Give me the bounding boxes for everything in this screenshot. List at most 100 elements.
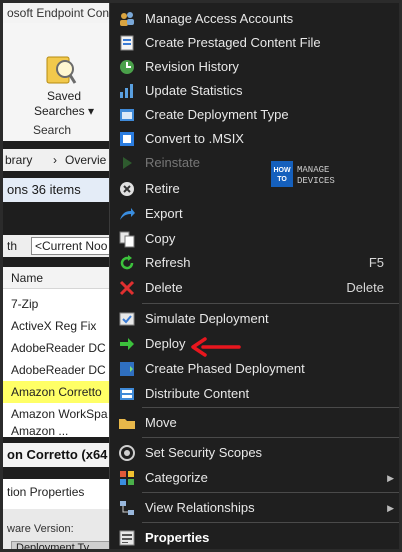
list-item[interactable]: 7-Zip (3, 293, 113, 315)
menu-item-deploy[interactable]: Deploy (110, 332, 399, 356)
menu-label: View Relationships (145, 500, 255, 515)
menu-item-copy[interactable]: Copy (110, 227, 399, 251)
menu-item-manage-access-accounts[interactable]: Manage Access Accounts (110, 7, 399, 31)
list-item-selected[interactable]: Amazon Corretto (3, 381, 113, 403)
menu-shortcut: Delete (346, 280, 384, 295)
details-pane: ware Version: Deployment Ty (3, 509, 113, 549)
breadcrumb-item[interactable]: Overvie (65, 149, 106, 171)
menu-item-distribute-content[interactable]: Distribute Content (110, 382, 399, 406)
window-title: osoft Endpoint Con (3, 3, 113, 23)
menu-separator (142, 437, 399, 438)
list-item[interactable]: AdobeReader DC (3, 359, 113, 381)
folder-move-icon (118, 414, 136, 432)
statistics-icon (118, 82, 136, 100)
menu-label: Properties (145, 530, 210, 545)
menu-separator (142, 407, 399, 408)
menu-label: Export (145, 206, 183, 221)
logo-text-devices: DEVICES (297, 176, 335, 186)
menu-item-create-phased-deployment[interactable]: Create Phased Deployment (110, 357, 399, 381)
software-version-label: ware Version: (7, 523, 74, 535)
annotation-arrow-icon (189, 336, 241, 358)
refresh-icon (118, 254, 136, 272)
menu-item-delete[interactable]: Delete Delete (110, 276, 399, 300)
menu-separator (142, 522, 399, 523)
menu-label: Distribute Content (145, 386, 250, 401)
menu-label: Delete (145, 280, 183, 295)
saved-searches-icon[interactable] (45, 53, 77, 87)
phased-deployment-icon (118, 360, 136, 378)
logo-text-to: TO (277, 176, 287, 183)
submenu-arrow-icon: ▶ (387, 473, 394, 483)
list-item[interactable]: ActiveX Reg Fix (3, 315, 113, 337)
menu-item-categorize[interactable]: Categorize ▶ (110, 466, 399, 490)
search-bar: th <Current Noo (3, 235, 113, 257)
relationships-icon (118, 499, 136, 517)
prestaged-file-icon (118, 34, 136, 52)
play-icon (118, 154, 136, 172)
menu-label: Copy (145, 231, 176, 246)
list-item[interactable]: Amazon ... (3, 425, 113, 437)
menu-item-properties[interactable]: Properties (110, 526, 399, 549)
menu-label: Convert to .MSIX (145, 131, 244, 146)
menu-item-simulate-deployment[interactable]: Simulate Deployment (110, 307, 399, 331)
distribute-content-icon (118, 385, 136, 403)
breadcrumb: brary › Overvie (3, 149, 113, 171)
list-item[interactable]: Amazon WorkSpa (3, 403, 113, 425)
search-label: th (7, 239, 18, 253)
menu-item-create-deployment-type[interactable]: Create Deployment Type (110, 103, 399, 127)
menu-item-export[interactable]: Export (110, 202, 399, 226)
screenshot-frame: osoft Endpoint Con Saved Searches ▾ Sear… (0, 0, 402, 552)
menu-item-update-statistics[interactable]: Update Statistics (110, 79, 399, 103)
logo-text-manage: MANAGE (297, 165, 329, 175)
details-properties-header: tion Properties (3, 479, 113, 509)
logo-text-how: HOW (273, 167, 291, 174)
applications-list: Name 7-Zip ActiveX Reg Fix AdobeReader D… (3, 267, 113, 437)
menu-label: Manage Access Accounts (145, 11, 294, 26)
details-pane-title: on Corretto (x64 (3, 443, 113, 467)
breadcrumb-item[interactable]: brary (5, 149, 32, 171)
simulate-icon (118, 310, 136, 328)
export-icon (118, 205, 136, 223)
menu-separator (142, 492, 399, 493)
ribbon-group-label: Search (33, 123, 72, 137)
menu-label: Deploy (145, 336, 186, 351)
security-scopes-icon (118, 444, 136, 462)
retire-icon (118, 180, 136, 198)
menu-label: Create Phased Deployment (145, 361, 305, 376)
menu-item-refresh[interactable]: Refresh F5 (110, 251, 399, 275)
menu-item-set-security-scopes[interactable]: Set Security Scopes (110, 441, 399, 465)
menu-label: Create Prestaged Content File (145, 35, 321, 50)
menu-item-create-prestaged-content-file[interactable]: Create Prestaged Content File (110, 31, 399, 55)
submenu-arrow-icon: ▶ (387, 503, 394, 513)
menu-item-view-relationships[interactable]: View Relationships ▶ (110, 496, 399, 520)
saved-searches-label-line1: Saved (46, 89, 82, 103)
menu-label: Update Statistics (145, 83, 243, 98)
menu-item-move[interactable]: Move (110, 411, 399, 435)
list-item[interactable]: AdobeReader DC (3, 337, 113, 359)
copy-icon (118, 230, 136, 248)
menu-label: Refresh (145, 255, 191, 270)
properties-icon (118, 529, 136, 547)
menu-label: Set Security Scopes (145, 445, 263, 460)
howto-manage-devices-logo: HOW TO MANAGE DEVICES (271, 159, 361, 189)
menu-shortcut: F5 (368, 255, 384, 270)
revision-history-icon (118, 58, 136, 76)
key-people-icon (118, 10, 136, 28)
deploy-arrow-icon (118, 335, 136, 353)
menu-label: Create Deployment Type (145, 107, 289, 122)
menu-label: Move (145, 415, 177, 430)
menu-item-convert-to-msix[interactable]: Convert to .MSIX (110, 127, 399, 151)
saved-searches-label-line2: Searches ▾ (33, 104, 95, 118)
breadcrumb-separator: › (53, 153, 57, 167)
tab-deployment-types[interactable]: Deployment Ty (11, 541, 111, 549)
deployment-type-icon (118, 106, 136, 124)
menu-separator (142, 303, 399, 304)
categorize-icon (118, 469, 136, 487)
column-header-name[interactable]: Name (3, 267, 113, 289)
menu-label: Simulate Deployment (145, 311, 269, 326)
saved-searches-button[interactable]: Saved Searches ▾ (29, 89, 99, 119)
items-count: ons 36 items (3, 178, 113, 202)
menu-item-revision-history[interactable]: Revision History (110, 55, 399, 79)
search-scope-field[interactable]: <Current Noo (31, 237, 113, 255)
menu-label: Revision History (145, 59, 239, 74)
